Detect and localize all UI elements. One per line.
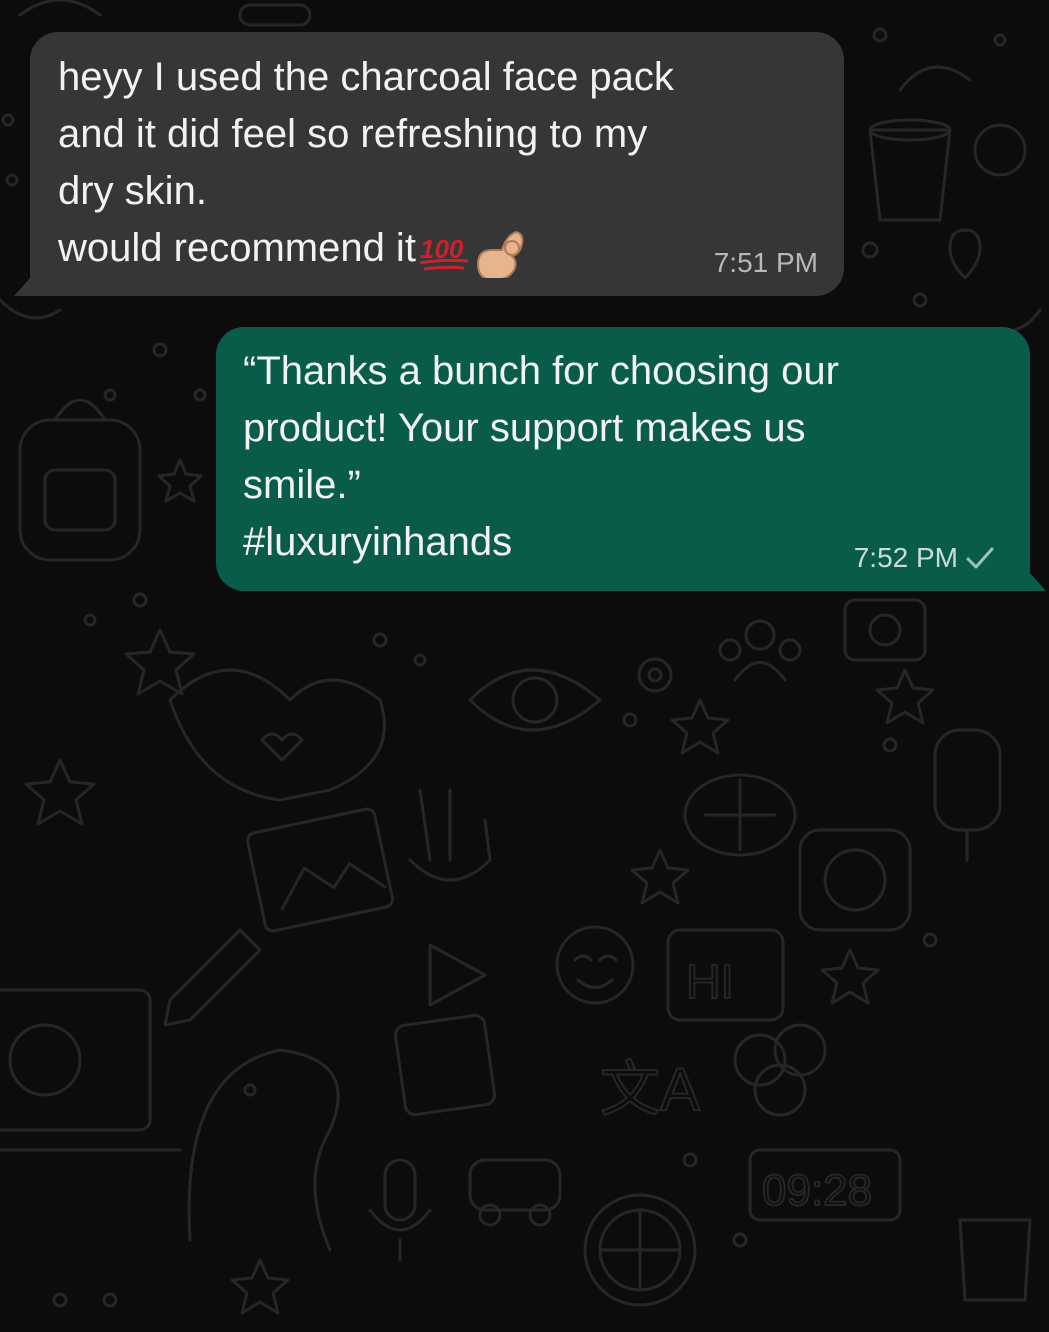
mic-doodle	[368, 1158, 432, 1262]
bubble-tail	[14, 278, 30, 296]
message-timestamp: 7:52 PM	[854, 543, 994, 573]
backpack-doodle	[18, 398, 142, 562]
cup-doodle	[868, 118, 952, 222]
eye-doodle	[468, 668, 602, 732]
dino-doodle	[187, 1048, 340, 1252]
pin-doodle	[948, 228, 982, 280]
turtle-doodle	[683, 773, 797, 857]
chat-area[interactable]: HI 文A 09:28 heyy I used the charcoal fac…	[0, 0, 1049, 1332]
incoming-message-bubble[interactable]: heyy I used the charcoal face pack and i…	[14, 32, 844, 296]
timestamp-label: 7:52 PM	[853, 542, 958, 573]
translate-doodle: 文A	[599, 1055, 701, 1124]
laptop-doodle	[0, 988, 182, 1152]
message-line: #luxuryinhands	[243, 520, 513, 564]
message-line: “Thanks a bunch for choosing our	[243, 349, 839, 393]
hundred-points-emoji-icon: 100	[416, 228, 472, 272]
clock-doodle: 09:28	[748, 1148, 902, 1222]
smiley-doodle	[555, 925, 635, 1005]
clover-doodle	[733, 1023, 827, 1117]
message-line: dry skin.	[58, 169, 207, 213]
emoji-chat-doodle	[798, 828, 912, 932]
gear-doodle	[637, 657, 673, 693]
single-check-icon	[964, 546, 994, 570]
popsicle-doodle	[933, 728, 1002, 862]
bubble-tail	[1030, 573, 1046, 591]
clock-display-label: 09:28	[762, 1166, 872, 1215]
pencil-doodle	[163, 928, 262, 1027]
svg-text:文A: 文A	[600, 1056, 700, 1123]
lemon-doodle	[583, 1193, 697, 1307]
message-line: smile.”	[243, 463, 361, 507]
car-doodle	[468, 1158, 562, 1227]
hands-heart-doodle	[168, 668, 386, 802]
hi-sign-label: HI	[686, 956, 734, 1009]
hi-sign-doodle: HI	[666, 928, 785, 1022]
message-line: product! Your support makes us	[243, 406, 806, 450]
peace-hand-doodle	[408, 788, 492, 882]
message-line: heyy I used the charcoal face pack	[58, 55, 674, 99]
incoming-message-text: heyy I used the charcoal face pack and i…	[58, 49, 816, 279]
people-doodle	[718, 619, 802, 682]
message-line: and it did feel so refreshing to my	[58, 112, 648, 156]
folder-doodle	[393, 1013, 497, 1117]
camera-doodle	[843, 598, 927, 662]
message-line: would recommend it	[58, 226, 416, 270]
ok-hand-emoji-icon	[472, 228, 528, 279]
mug-doodle	[958, 1218, 1032, 1302]
outgoing-message-text: “Thanks a bunch for choosing our product…	[243, 343, 1002, 571]
message-timestamp: 7:51 PM	[714, 248, 818, 278]
timestamp-label: 7:51 PM	[713, 247, 818, 278]
picture-doodle	[246, 807, 394, 933]
outgoing-message-bubble[interactable]: “Thanks a bunch for choosing our product…	[216, 327, 1046, 591]
play-doodle	[428, 943, 487, 1007]
